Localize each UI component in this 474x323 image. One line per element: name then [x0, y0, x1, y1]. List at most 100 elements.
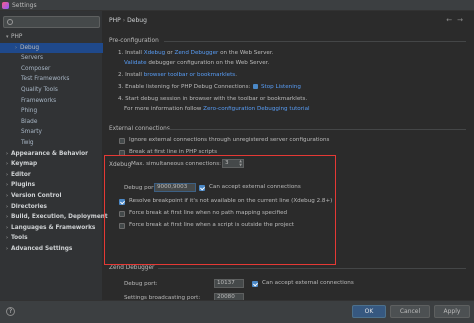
max-connections-stepper[interactable]: 3 ▲ ▼: [222, 159, 244, 168]
sidebar-item-debug[interactable]: › Debug: [0, 42, 103, 54]
breadcrumb-parent[interactable]: PHP: [109, 17, 121, 24]
force-outside-checkbox[interactable]: [119, 222, 125, 229]
sidebar-item-blade[interactable]: Blade: [0, 117, 103, 128]
xdebug-link[interactable]: Xdebug: [144, 50, 165, 56]
sidebar-item-php[interactable]: ▾ PHP: [0, 32, 103, 43]
breadcrumb-current: Debug: [127, 17, 147, 24]
force-outside-row[interactable]: Force break at first line when a script …: [119, 221, 294, 230]
sidebar-item-label: PHP: [11, 34, 23, 40]
zend-accept-checkbox[interactable]: [252, 280, 258, 287]
break-first-line-row[interactable]: Break at first line in PHP scripts: [119, 148, 217, 157]
forward-arrow-icon[interactable]: →: [457, 16, 468, 24]
window-title: Settings: [12, 1, 37, 9]
ignore-external-checkbox[interactable]: [119, 137, 125, 144]
validate-suffix: debugger configuration on the Web Server…: [146, 60, 270, 66]
sidebar-item-label: Twig: [21, 139, 34, 146]
step2-suffix: .: [235, 72, 237, 78]
preconfig-step2: 2. Install browser toolbar or bookmarkle…: [118, 72, 237, 78]
preconfig-step3: 3. Enable listening for PHP Debug Connec…: [118, 84, 301, 90]
resolve-breakpoint-row[interactable]: Resolve breakpoint if it's not available…: [119, 197, 332, 206]
ok-button[interactable]: OK: [352, 305, 386, 318]
sidebar-item-quality-tools[interactable]: Quality Tools: [0, 85, 103, 96]
browser-toolbar-link[interactable]: browser toolbar or bookmarklets: [144, 72, 235, 78]
sidebar-item-editor[interactable]: › Editor: [0, 170, 103, 181]
break-first-line-checkbox[interactable]: [119, 149, 125, 156]
force-outside-label: Force break at first line when a script …: [129, 222, 294, 228]
nav-arrows: ←→: [446, 16, 468, 24]
settings-tree: ▾ PHP › Debug Servers Composer Test Frameworks…: [0, 32, 108, 255]
sidebar-item-label: Keymap: [11, 161, 38, 168]
zend-accept-row[interactable]: Can accept external connections: [252, 279, 354, 288]
xdebug-port-input[interactable]: 9000,9003: [154, 183, 196, 192]
force-no-mapping-checkbox[interactable]: [119, 210, 125, 217]
sidebar-item-version-control[interactable]: › Version Control: [0, 191, 103, 202]
zend-port-input[interactable]: 10137: [214, 279, 244, 288]
sidebar-item-label: Editor: [11, 171, 31, 178]
sidebar-item-plugins[interactable]: › Plugins: [0, 180, 103, 191]
sidebar-item-label: Languages & Frameworks: [11, 224, 96, 231]
sidebar-item-advanced-settings[interactable]: › Advanced Settings: [0, 244, 103, 255]
breadcrumb: PHP › Debug: [109, 16, 147, 26]
settings-search-input[interactable]: [3, 16, 100, 28]
dialog-footer: ? OK Cancel Apply: [0, 300, 474, 323]
sidebar-item-languages-frameworks[interactable]: › Languages & Frameworks: [0, 223, 103, 234]
help-icon[interactable]: ?: [6, 307, 15, 316]
sidebar-item-label: Quality Tools: [21, 86, 58, 93]
zend-divider: [158, 268, 466, 269]
sidebar-item-label: Advanced Settings: [11, 245, 73, 252]
sidebar-item-label: Test Frameworks: [21, 76, 70, 83]
ignore-external-row[interactable]: Ignore external connections through unre…: [119, 136, 329, 145]
sidebar-item-label: Tools: [11, 235, 28, 242]
sidebar-item-label: Version Control: [11, 192, 62, 199]
preconfig-more: For more information follow Zero-configu…: [124, 106, 310, 112]
back-arrow-icon[interactable]: ←: [446, 16, 457, 24]
sidebar-item-twig[interactable]: Twig: [0, 138, 103, 149]
resolve-breakpoint-label: Resolve breakpoint if it's not available…: [129, 198, 333, 204]
xdebug-port-label: Debug port:: [124, 185, 158, 191]
cancel-button[interactable]: Cancel: [390, 305, 430, 318]
sidebar-item-label: Appearance & Behavior: [11, 150, 88, 157]
settings-sidebar: ▾ PHP › Debug Servers Composer Test Frameworks…: [0, 11, 108, 323]
sidebar-item-directories[interactable]: › Directories: [0, 202, 103, 213]
preconfig-step1: 1. Install Xdebug or Zend Debugger on th…: [118, 50, 273, 56]
max-connections-label: Max. simultaneous connections:: [131, 161, 222, 167]
step2-prefix: 2. Install: [118, 72, 144, 78]
phpstorm-logo-icon: [2, 1, 9, 9]
ignore-external-label: Ignore external connections through unre…: [129, 137, 330, 143]
xdebug-accept-checkbox[interactable]: [199, 184, 205, 191]
sidebar-item-servers[interactable]: Servers: [0, 53, 103, 64]
sidebar-item-frameworks[interactable]: Frameworks: [0, 96, 103, 107]
xdebug-accept-row[interactable]: Can accept external connections: [199, 183, 301, 192]
stop-listening-link[interactable]: Stop Listening: [261, 84, 301, 90]
sidebar-item-tools[interactable]: › Tools: [0, 233, 103, 244]
zero-config-tutorial-link[interactable]: Zero-configuration Debugging tutorial: [203, 106, 309, 112]
sidebar-item-smarty[interactable]: Smarty: [0, 127, 103, 138]
sidebar-item-test-frameworks[interactable]: Test Frameworks: [0, 74, 103, 85]
sidebar-item-label: Directories: [11, 203, 48, 210]
sidebar-item-label: Plugins: [11, 182, 36, 189]
preconfig-title: Pre-configuration: [109, 38, 159, 44]
external-title: External connections: [109, 126, 170, 132]
resolve-breakpoint-checkbox[interactable]: [119, 198, 125, 205]
step1-suffix: on the Web Server.: [218, 50, 274, 56]
force-no-mapping-row[interactable]: Force break at first line when no path m…: [119, 209, 287, 218]
sidebar-item-phing[interactable]: Phing: [0, 106, 103, 117]
stop-listening-icon: [253, 84, 259, 89]
sidebar-item-label: Composer: [21, 65, 51, 72]
title-bar: Settings: [0, 0, 474, 11]
sidebar-item-keymap[interactable]: › Keymap: [0, 159, 103, 170]
zend-port-label: Debug port:: [124, 281, 158, 287]
preconfig-step4: 4. Start debug session in browser with t…: [118, 96, 308, 102]
zend-debugger-link[interactable]: Zend Debugger: [175, 50, 219, 56]
sidebar-item-appearance-behavior[interactable]: › Appearance & Behavior: [0, 149, 103, 160]
validate-link[interactable]: Validate: [124, 60, 147, 66]
apply-button[interactable]: Apply: [434, 305, 470, 318]
sidebar-item-build-execution-deployment[interactable]: › Build, Execution, Deployment: [0, 212, 108, 223]
sidebar-item-composer[interactable]: Composer: [0, 64, 103, 75]
stepper-arrows-icon[interactable]: ▲ ▼: [239, 159, 242, 167]
sidebar-item-label: Frameworks: [21, 97, 57, 104]
preconfig-validate: Validate debugger configuration on the W…: [124, 60, 269, 66]
xdebug-title: Xdebug: [109, 162, 132, 168]
sidebar-item-label: Smarty: [21, 129, 42, 136]
sidebar-item-label: Build, Execution, Deployment: [11, 214, 108, 221]
